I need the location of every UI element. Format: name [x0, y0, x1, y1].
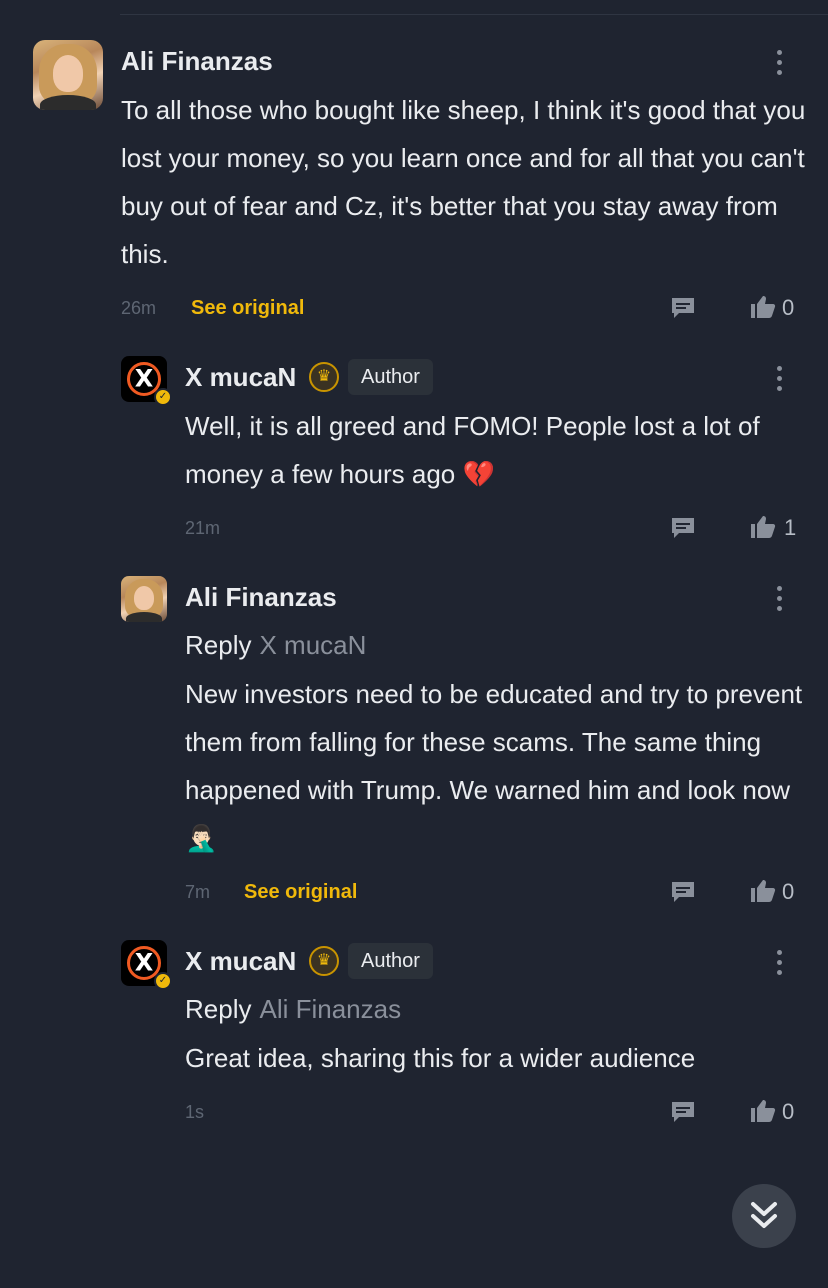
comment-icon[interactable] — [670, 879, 696, 905]
thumbs-up-icon[interactable] — [750, 1098, 776, 1124]
more-vertical-icon[interactable] — [774, 586, 784, 612]
reply-target[interactable]: Ali Finanzas — [259, 994, 401, 1024]
reply-line: Reply X mucaN — [185, 630, 366, 661]
thumbs-up-icon[interactable] — [750, 514, 776, 540]
verified-icon: ✓ — [154, 972, 172, 990]
more-vertical-icon[interactable] — [774, 50, 784, 76]
see-original-link[interactable]: See original — [244, 881, 357, 904]
like-count: 0 — [782, 879, 795, 904]
comment-icon[interactable] — [670, 515, 696, 541]
comment-text: Well, it is all greed and FOMO! People l… — [185, 411, 760, 489]
avatar[interactable] — [33, 40, 103, 110]
comment-author[interactable]: X mucaN — [185, 946, 296, 977]
reply-label: Reply — [185, 630, 252, 660]
comment-author[interactable]: X mucaN — [185, 362, 296, 393]
crown-badge-icon: ♛ — [309, 946, 339, 976]
comment-time: 21m — [185, 518, 221, 538]
comment-text: Great idea, sharing this for a wider aud… — [185, 1043, 696, 1073]
comment-time: 26m — [121, 298, 157, 318]
like-count: 0 — [782, 295, 795, 320]
comment-time: 7m — [185, 882, 211, 902]
more-vertical-icon[interactable] — [774, 950, 784, 976]
comment-author[interactable]: Ali Finanzas — [185, 582, 337, 613]
comment-text: To all those who bought like sheep, I th… — [121, 95, 806, 269]
comment-text: New investors need to be educated and tr… — [185, 679, 803, 853]
double-chevron-down-icon — [751, 1202, 777, 1228]
comment-author[interactable]: Ali Finanzas — [121, 46, 273, 77]
divider — [120, 14, 828, 15]
more-vertical-icon[interactable] — [774, 366, 784, 392]
crown-badge-icon: ♛ — [309, 362, 339, 392]
author-tag: Author — [348, 943, 433, 979]
reply-label: Reply — [185, 994, 252, 1024]
like-count: 1 — [784, 515, 797, 540]
reply-target[interactable]: X mucaN — [259, 630, 366, 660]
like-count: 0 — [782, 1099, 795, 1124]
thumbs-up-icon[interactable] — [750, 878, 776, 904]
reply-line: Reply Ali Finanzas — [185, 994, 401, 1025]
verified-icon: ✓ — [154, 388, 172, 406]
comment-time: 1s — [185, 1102, 205, 1122]
thumbs-up-icon[interactable] — [750, 294, 776, 320]
avatar[interactable] — [121, 576, 167, 622]
comment-icon[interactable] — [670, 1099, 696, 1125]
comment-icon[interactable] — [670, 295, 696, 321]
author-tag: Author — [348, 359, 433, 395]
see-original-link[interactable]: See original — [191, 297, 304, 320]
scroll-down-button[interactable] — [732, 1184, 796, 1248]
